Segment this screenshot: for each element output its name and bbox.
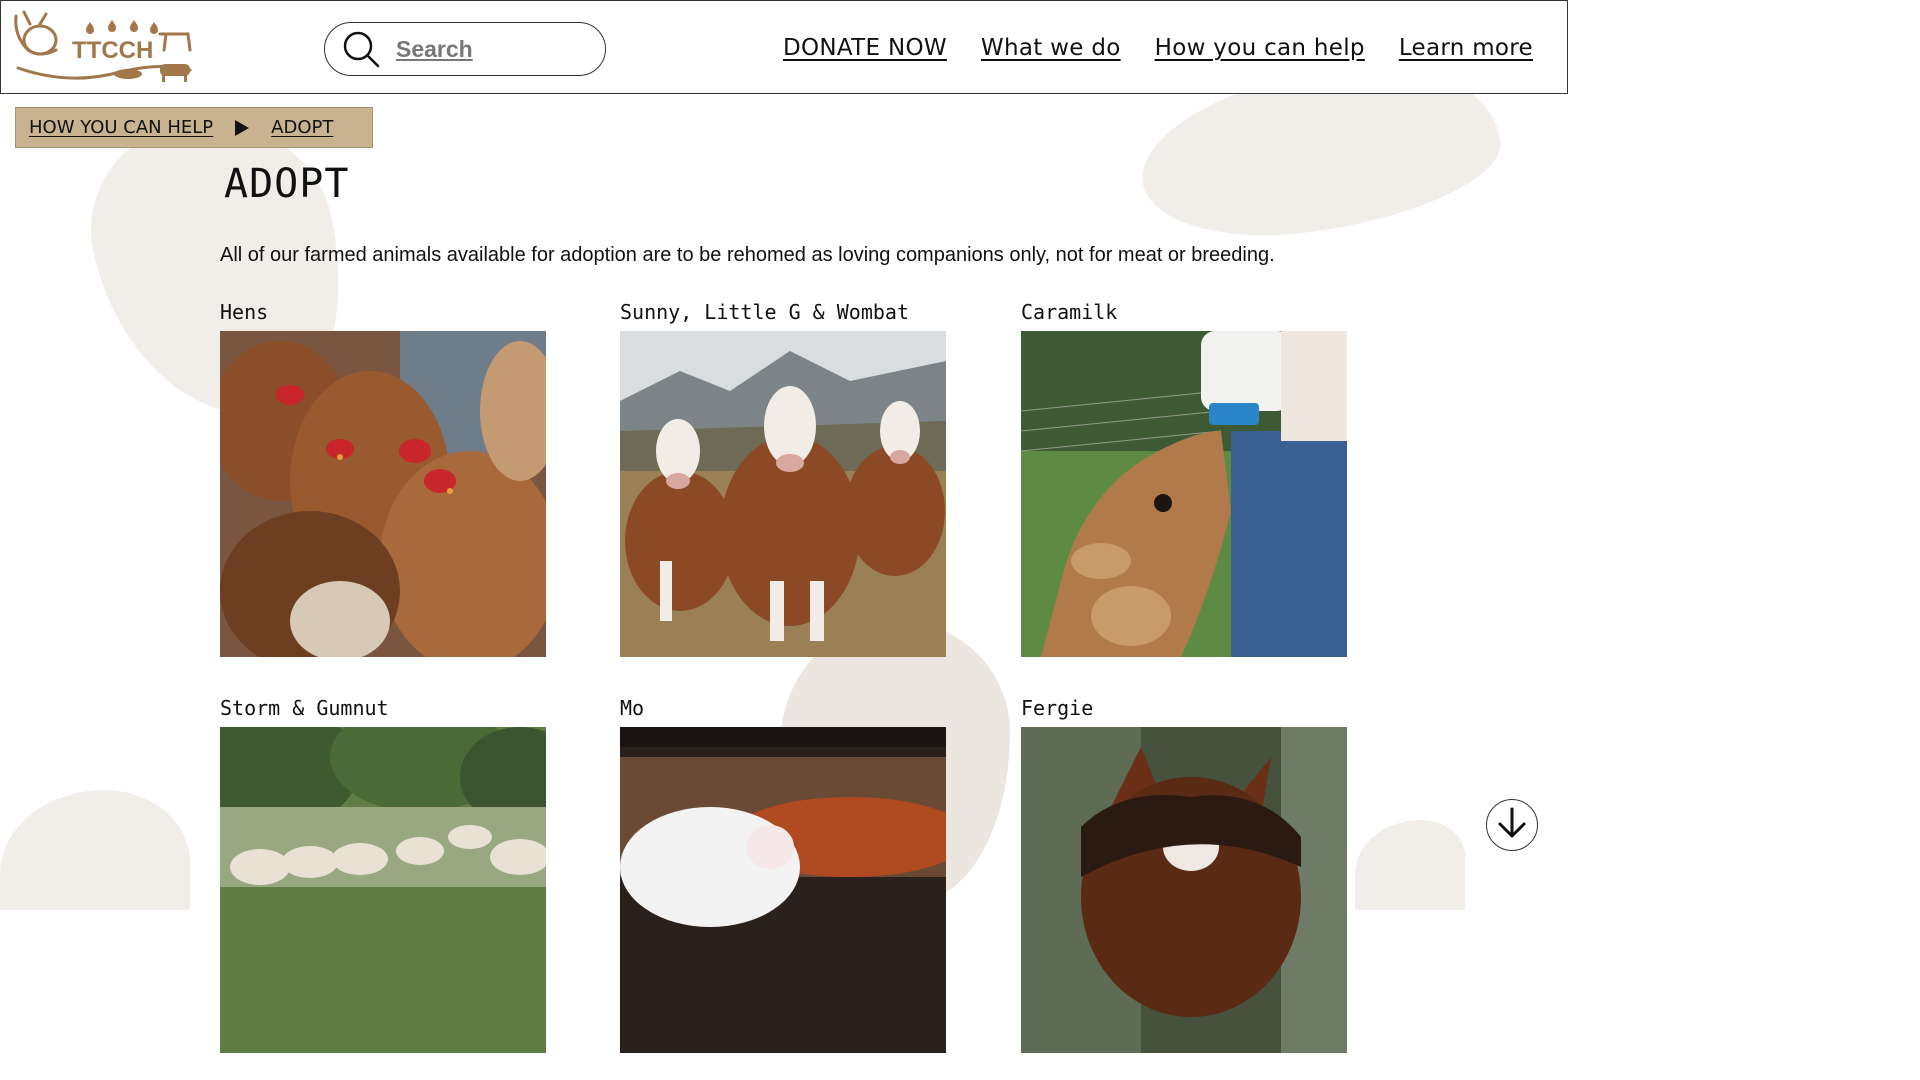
- animal-card-hens[interactable]: Hens: [220, 300, 547, 657]
- page-title: ADOPT: [224, 161, 350, 207]
- nav-how-you-can-help[interactable]: How you can help: [1155, 35, 1365, 61]
- animal-card-storm-gumnut[interactable]: Storm & Gumnut: [220, 696, 547, 1053]
- animal-name: Hens: [220, 300, 269, 324]
- nav-what-we-do[interactable]: What we do: [981, 35, 1121, 61]
- site-header: TTCCH DONATE NOW What we do How you can …: [0, 0, 1568, 94]
- animal-card-fergie[interactable]: Fergie: [1021, 696, 1348, 1053]
- breadcrumb-adopt[interactable]: ADOPT: [271, 117, 333, 138]
- nav-learn-more[interactable]: Learn more: [1399, 35, 1533, 61]
- arrow-down-icon: [1495, 806, 1529, 845]
- search-icon: [342, 30, 380, 68]
- breadcrumb: HOW YOU CAN HELP ADOPT: [15, 107, 373, 148]
- triangle-right-icon: [235, 119, 250, 136]
- nav-donate-now[interactable]: DONATE NOW: [783, 35, 947, 61]
- main-nav: DONATE NOW What we do How you can help L…: [783, 35, 1533, 61]
- background-blob: [0, 790, 190, 910]
- sheep-photo[interactable]: [220, 727, 546, 1053]
- caramilk-photo[interactable]: [1021, 331, 1347, 657]
- breadcrumb-how-you-can-help[interactable]: HOW YOU CAN HELP: [29, 117, 213, 138]
- animal-card-sunny-little-g-wombat[interactable]: Sunny, Little G & Wombat: [620, 300, 947, 657]
- scroll-down-button[interactable]: [1486, 799, 1538, 851]
- animal-name: Sunny, Little G & Wombat: [620, 300, 909, 324]
- fergie-photo[interactable]: [1021, 727, 1347, 1053]
- animal-name: Storm & Gumnut: [220, 696, 389, 720]
- hens-photo[interactable]: [220, 331, 546, 657]
- animal-card-mo[interactable]: Mo: [620, 696, 947, 1053]
- background-blob: [1355, 820, 1465, 910]
- intro-text: All of our farmed animals available for …: [220, 244, 1275, 266]
- animal-card-caramilk[interactable]: Caramilk: [1021, 300, 1348, 657]
- search-input[interactable]: [396, 35, 566, 63]
- search-box[interactable]: [324, 22, 606, 76]
- ttcch-logo[interactable]: TTCCH: [10, 6, 200, 86]
- animal-name: Mo: [620, 696, 645, 720]
- cows-photo[interactable]: [620, 331, 946, 657]
- mo-photo[interactable]: [620, 727, 946, 1053]
- animal-name: Fergie: [1021, 696, 1094, 720]
- logo-text: TTCCH: [72, 37, 153, 64]
- animal-name: Caramilk: [1021, 300, 1118, 324]
